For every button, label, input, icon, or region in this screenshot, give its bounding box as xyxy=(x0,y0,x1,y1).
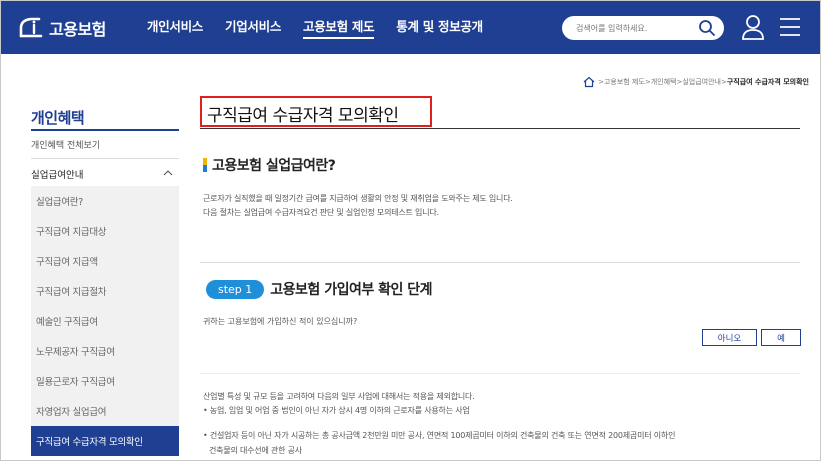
main-nav: 개인서비스 기업서비스 고용보험 제도 통계 및 정보공개 xyxy=(147,16,505,39)
breadcrumb-item-unemployment[interactable]: 실업급여안내 xyxy=(682,77,721,87)
yes-button[interactable]: 예 xyxy=(761,329,801,346)
user-icon[interactable] xyxy=(741,13,765,41)
no-button[interactable]: 아니오 xyxy=(702,329,757,346)
note-line: 건축물의 대수선에 관한 공사 xyxy=(209,446,302,455)
sidebar-title-divider xyxy=(31,129,179,131)
section-divider xyxy=(200,262,800,263)
home-icon[interactable] xyxy=(583,76,595,88)
breadcrumb-current: 구직급여 수급자격 모의확인 xyxy=(726,78,809,86)
description-line: 다음 절차는 실업급여 수급자격요건 판단 및 실업인정 모의테스트 입니다. xyxy=(203,208,439,217)
sidebar-item-mock-check[interactable]: 구직급여 수급자격 모의확인 xyxy=(31,426,179,456)
note-line: • 건설업자 등이 아닌 자가 시공하는 총 공사금액 2천만원 미만 공사, … xyxy=(203,431,676,440)
step-header: step 1 고용보험 가입여부 확인 단계 xyxy=(206,279,432,299)
sidebar-section-toggle[interactable]: 실업급여안내 xyxy=(31,163,179,185)
sidebar-section-label: 실업급여안내 xyxy=(31,170,84,181)
sidebar-item-what-is[interactable]: 실업급여란? xyxy=(31,186,179,216)
page-title: 구직급여 수급자격 모의확인 xyxy=(207,106,399,126)
sidebar-item-procedure[interactable]: 구직급여 지급절차 xyxy=(31,276,179,306)
step-badge: step 1 xyxy=(206,279,265,299)
sidebar-item-daily-worker[interactable]: 일용근로자 구직급여 xyxy=(31,366,179,396)
sidebar-item-self-employed[interactable]: 자영업자 실업급여 xyxy=(31,396,179,426)
search-box xyxy=(562,16,724,40)
section-heading: 고용보험 실업급여란? xyxy=(203,155,336,175)
sidebar-list: 실업급여란? 구직급여 지급대상 구직급여 지급액 구직급여 지급절차 예술인 … xyxy=(31,186,179,456)
description-line: 근로자가 실직했을 때 일정기간 급여를 지급하여 생활의 안정 및 재취업을 … xyxy=(203,194,513,203)
nav-system[interactable]: 고용보험 제도 xyxy=(303,16,375,39)
note-line: 산업별 특성 및 규모 등을 고려하여 다음의 일부 사업에 대해서는 적용을 … xyxy=(203,392,475,401)
nav-stats[interactable]: 통계 및 정보공개 xyxy=(396,16,483,39)
note-line: • 농업, 임업 및 어업 중 법인이 아닌 자가 상시 4명 이하의 근로자를… xyxy=(203,406,470,415)
search-icon[interactable] xyxy=(698,19,716,37)
sidebar-item-amount[interactable]: 구직급여 지급액 xyxy=(31,246,179,276)
title-divider xyxy=(200,128,800,129)
breadcrumb-item-system[interactable]: 고용보험 제도 xyxy=(604,77,645,87)
sidebar-title: 개인혜택 xyxy=(31,109,85,127)
nav-business[interactable]: 기업서비스 xyxy=(225,16,281,39)
logo-text: 고용보험 xyxy=(49,19,106,39)
sidebar-divider xyxy=(31,158,179,159)
heading-bar-icon xyxy=(203,158,207,172)
question-text: 귀하는 고용보험에 가입하신 적이 있으십니까? xyxy=(203,317,358,326)
search-input[interactable] xyxy=(576,23,688,33)
sidebar-all-link[interactable]: 개인혜택 전체보기 xyxy=(31,138,100,151)
chevron-up-icon xyxy=(163,170,173,176)
header: 고용보험 개인서비스 기업서비스 고용보험 제도 통계 및 정보공개 xyxy=(1,1,820,54)
sidebar-item-artist[interactable]: 예술인 구직급여 xyxy=(31,306,179,336)
section-heading-text: 고용보험 실업급여란? xyxy=(212,158,336,174)
step-title: 고용보험 가입여부 확인 단계 xyxy=(270,282,432,298)
sidebar-item-eligibility[interactable]: 구직급여 지급대상 xyxy=(31,216,179,246)
sidebar-item-labor-provider[interactable]: 노무제공자 구직급여 xyxy=(31,336,179,366)
nav-personal[interactable]: 개인서비스 xyxy=(147,16,203,39)
logo[interactable]: 고용보험 xyxy=(17,16,131,40)
breadcrumb: > 고용보험 제도 > 개인혜택 > 실업급여안내 > 구직급여 수급자격 모의… xyxy=(583,76,809,88)
note-divider xyxy=(200,373,800,374)
breadcrumb-item-personal[interactable]: 개인혜택 xyxy=(651,77,677,87)
menu-icon[interactable] xyxy=(778,15,802,39)
logo-mark-icon xyxy=(19,17,43,37)
answer-buttons: 아니오 예 xyxy=(702,329,801,346)
